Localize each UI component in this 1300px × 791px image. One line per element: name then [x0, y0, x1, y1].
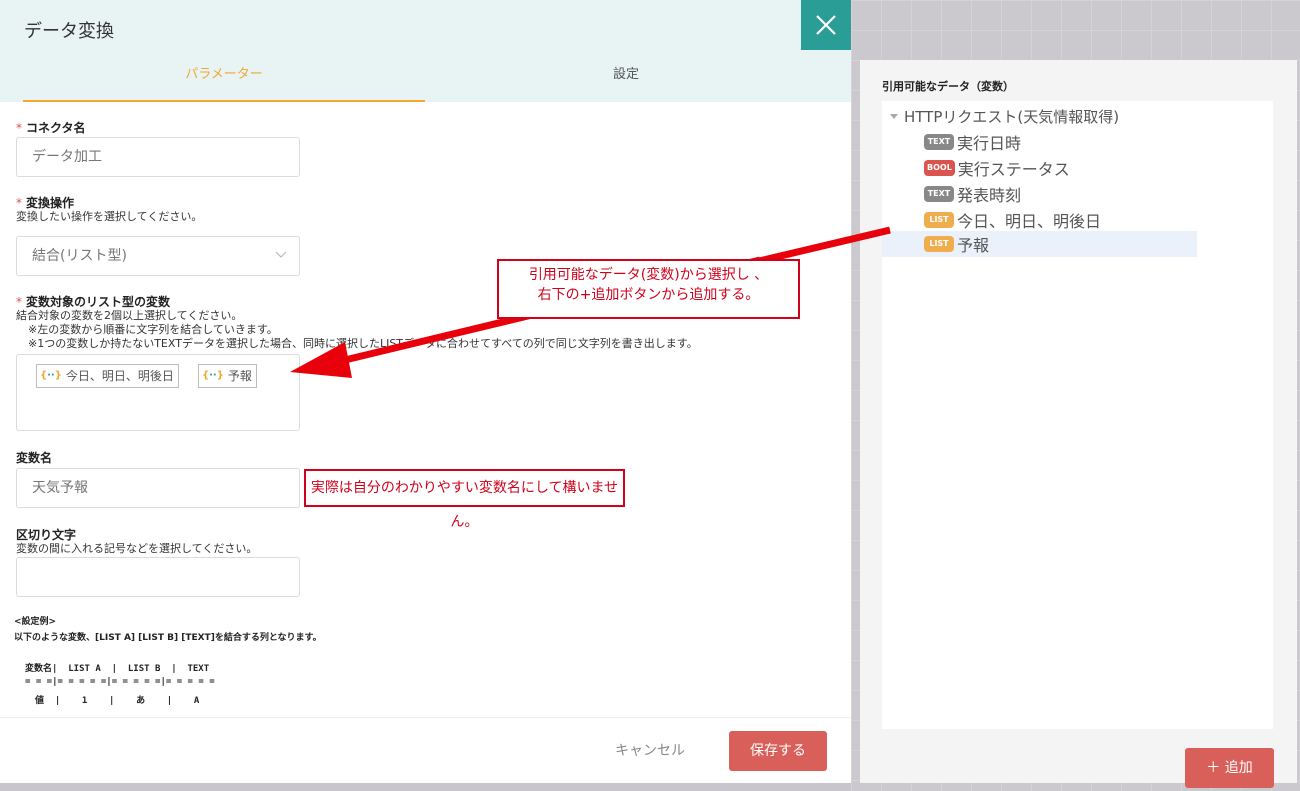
type-badge: LIST — [924, 236, 954, 252]
example-row: 値 | 1 | あ | A — [35, 696, 200, 706]
dialog-title: データ変換 — [24, 21, 114, 42]
separator-label: 区切り文字 — [16, 528, 77, 542]
operation-label-text: 変換操作 — [26, 196, 75, 210]
variable-tree: HTTPリクエスト(天気情報取得) TEXT 実行日時 BOOL 実行ステータス… — [882, 101, 1273, 729]
variable-name-input[interactable]: 天気予報 — [16, 468, 300, 508]
tree-item-label: 今日、明日、明後日 — [957, 212, 1102, 231]
list-vars-help-2: ※左の変数から順番に文字列を結合していきます。 — [28, 323, 278, 336]
tree-root-node[interactable]: HTTPリクエスト(天気情報取得) — [890, 106, 1119, 127]
tree-item-selected[interactable]: LIST 予報 — [882, 231, 1197, 257]
tree-root-label: HTTPリクエスト(天気情報取得) — [904, 108, 1120, 126]
variable-icon: {··} — [202, 370, 224, 381]
cancel-button[interactable]: キャンセル — [600, 731, 700, 771]
required-mark: * — [16, 121, 22, 135]
list-vars-help-1: 結合対象の変数を2個以上選択してください。 — [16, 309, 243, 322]
connector-name-label: * コネクタ名 — [16, 119, 86, 136]
referable-data-title: 引用可能なデータ（変数） — [882, 80, 1014, 93]
list-vars-help-3: ※1つの変数しか持たないTEXTデータを選択した場合、同時に選択したLISTデー… — [28, 337, 698, 350]
operation-label: * 変換操作 — [16, 194, 74, 211]
annotation-name-hint: 実際は自分のわかりやすい変数名にして構いません。 — [304, 469, 625, 530]
tree-item-label: 実行ステータス — [957, 160, 1070, 179]
example-row: = = =|= = = = =|= = = = =|= = = = = — [25, 677, 215, 687]
variable-icon: {··} — [40, 370, 62, 381]
tab-parameters[interactable]: パラメーター — [23, 56, 425, 102]
operation-select-value: 結合(リスト型) — [32, 248, 127, 264]
separator-input[interactable] — [16, 557, 300, 597]
caret-down-icon — [890, 113, 898, 119]
dialog-header: データ変換 パラメーター 設定 — [0, 0, 851, 102]
tree-item[interactable]: TEXT 実行日時 — [882, 129, 1197, 155]
list-vars-tag-box[interactable]: {··} 今日、明日、明後日 {··} 予報 — [16, 354, 300, 431]
example-description: 以下のような変数、[LIST A] [LIST B] [TEXT]を結合する列と… — [14, 633, 322, 643]
required-mark: * — [16, 295, 22, 309]
tree-item-label: 発表時刻 — [957, 186, 1022, 205]
example-heading: <設定例> — [14, 617, 57, 627]
type-badge: TEXT — [924, 134, 954, 150]
operation-select[interactable]: 結合(リスト型) — [16, 236, 300, 276]
close-icon — [816, 15, 836, 35]
chevron-down-icon — [275, 251, 287, 258]
data-transform-dialog: データ変換 パラメーター 設定 * コネクタ名 データ加工 * 変換操作 変換したい… — [0, 0, 851, 783]
connector-name-input[interactable]: データ加工 — [16, 137, 300, 177]
example-row: 変数名| LIST A | LIST B | TEXT — [25, 664, 210, 674]
required-mark: * — [16, 196, 22, 210]
add-button[interactable]: ＋ 追加 — [1185, 748, 1274, 788]
tab-settings[interactable]: 設定 — [425, 56, 827, 102]
separator-help: 変数の間に入れる記号などを選択してください。 — [16, 542, 258, 555]
save-button[interactable]: 保存する — [729, 731, 827, 771]
referable-data-panel: 引用可能なデータ（変数） HTTPリクエスト(天気情報取得) TEXT 実行日時… — [860, 60, 1297, 788]
tree-item[interactable]: LIST 今日、明日、明後日 — [882, 207, 1197, 233]
type-badge: BOOL — [924, 160, 955, 176]
annotation-select-hint: 引用可能なデータ(変数)から選択し 、 右下の+追加ボタンから追加する。 — [497, 259, 800, 319]
type-badge: TEXT — [924, 186, 954, 202]
footer-divider — [0, 717, 851, 718]
type-badge: LIST — [924, 212, 954, 228]
list-vars-label-text: 変数対象のリスト型の変数 — [26, 295, 171, 309]
variable-tag[interactable]: {··} 予報 — [198, 364, 257, 388]
connector-name-label-text: コネクタ名 — [26, 121, 86, 135]
tree-item[interactable]: TEXT 発表時刻 — [882, 181, 1197, 207]
close-button[interactable] — [801, 0, 851, 50]
tree-item-label: 実行日時 — [957, 134, 1022, 153]
operation-help: 変換したい操作を選択してください。 — [16, 210, 203, 223]
variable-tag[interactable]: {··} 今日、明日、明後日 — [36, 364, 179, 388]
list-vars-label: * 変数対象のリスト型の変数 — [16, 293, 170, 310]
variable-tag-label: 今日、明日、明後日 — [65, 369, 174, 383]
tree-item[interactable]: BOOL 実行ステータス — [882, 155, 1197, 181]
variable-name-label: 変数名 — [16, 451, 53, 465]
variable-tag-label: 予報 — [227, 369, 252, 383]
tree-item-label: 予報 — [957, 236, 990, 255]
